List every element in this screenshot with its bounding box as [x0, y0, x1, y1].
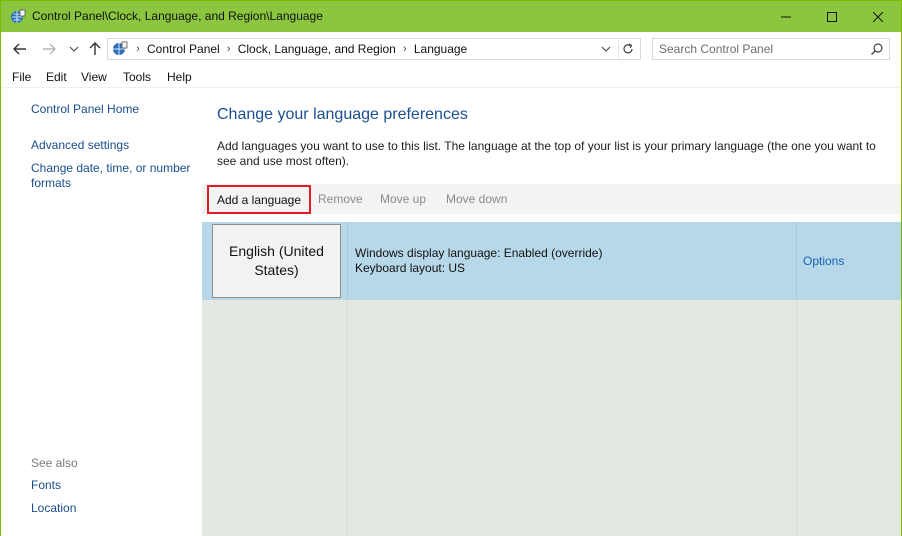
language-tile[interactable]: English (United States) — [212, 224, 341, 298]
keyboard-layout: Keyboard layout: US — [355, 261, 466, 275]
page-title: Change your language preferences — [217, 106, 468, 123]
add-language-button[interactable]: Add a language — [207, 185, 311, 214]
left-navigation-pane: Control Panel Home Advanced settings Cha… — [1, 88, 202, 536]
menu-tools[interactable]: Tools — [123, 70, 151, 84]
see-also-label: See also — [31, 456, 78, 470]
column-divider — [796, 222, 797, 300]
back-arrow-icon — [13, 43, 26, 55]
forward-button[interactable] — [39, 39, 59, 59]
menu-help[interactable]: Help — [167, 70, 192, 84]
recent-locations-button[interactable] — [64, 39, 84, 59]
refresh-icon — [622, 43, 633, 54]
back-button[interactable] — [10, 39, 30, 59]
up-button[interactable] — [85, 39, 105, 59]
breadcrumb-control-panel[interactable]: Control Panel — [147, 42, 220, 56]
breadcrumb-separator[interactable]: › — [220, 43, 238, 55]
refresh-button[interactable] — [618, 40, 636, 58]
language-row-english-us[interactable]: English (United States) Windows display … — [202, 222, 901, 300]
minimize-button[interactable] — [763, 1, 809, 32]
language-list: English (United States) Windows display … — [202, 222, 901, 536]
fonts-link[interactable]: Fonts — [31, 478, 196, 493]
breadcrumb-separator[interactable]: › — [396, 43, 414, 55]
maximize-icon — [827, 11, 837, 22]
window-title: Control Panel\Clock, Language, and Regio… — [32, 9, 323, 23]
search-box[interactable] — [652, 38, 890, 60]
menu-file[interactable]: File — [12, 70, 31, 84]
language-options-link[interactable]: Options — [803, 254, 844, 268]
advanced-settings-link[interactable]: Advanced settings — [31, 138, 196, 153]
change-date-time-formats-link[interactable]: Change date, time, or number formats — [31, 161, 196, 191]
language-info: Windows display language: Enabled (overr… — [355, 246, 602, 276]
column-divider — [347, 222, 348, 300]
display-language-status: Windows display language: Enabled (overr… — [355, 246, 603, 260]
move-down-button[interactable]: Move down — [446, 184, 507, 214]
control-panel-home-link[interactable]: Control Panel Home — [31, 102, 196, 117]
address-row: › Control Panel › Clock, Language, and R… — [1, 32, 901, 66]
control-panel-icon — [113, 41, 128, 55]
close-button[interactable] — [855, 1, 901, 32]
location-link[interactable]: Location — [31, 501, 196, 516]
remove-button[interactable]: Remove — [318, 184, 363, 214]
search-input[interactable] — [659, 41, 859, 57]
minimize-icon — [781, 16, 791, 17]
menu-bar: File Edit View Tools Help — [1, 66, 901, 88]
menu-view[interactable]: View — [81, 70, 107, 84]
menu-edit[interactable]: Edit — [46, 70, 67, 84]
chevron-down-icon — [601, 46, 611, 52]
control-panel-icon — [11, 9, 26, 23]
main-content: Change your language preferences Add lan… — [202, 88, 901, 536]
control-panel-window: Control Panel\Clock, Language, and Regio… — [0, 0, 902, 536]
up-arrow-icon — [89, 42, 101, 55]
breadcrumb-clock-language-region[interactable]: Clock, Language, and Region — [238, 42, 396, 56]
address-dropdown-button[interactable] — [598, 40, 614, 58]
title-bar[interactable]: Control Panel\Clock, Language, and Regio… — [1, 1, 901, 32]
chevron-down-icon — [69, 46, 79, 52]
close-icon — [873, 11, 883, 22]
language-toolbar: Add a language Remove Move up Move down — [202, 184, 901, 214]
breadcrumb-separator[interactable]: › — [129, 43, 147, 55]
page-description: Add languages you want to use to this li… — [217, 139, 876, 168]
maximize-button[interactable] — [809, 1, 855, 32]
search-icon[interactable] — [870, 42, 884, 56]
breadcrumb-language[interactable]: Language — [414, 42, 467, 56]
forward-arrow-icon — [43, 43, 56, 55]
address-bar[interactable]: › Control Panel › Clock, Language, and R… — [107, 38, 641, 60]
move-up-button[interactable]: Move up — [380, 184, 426, 214]
